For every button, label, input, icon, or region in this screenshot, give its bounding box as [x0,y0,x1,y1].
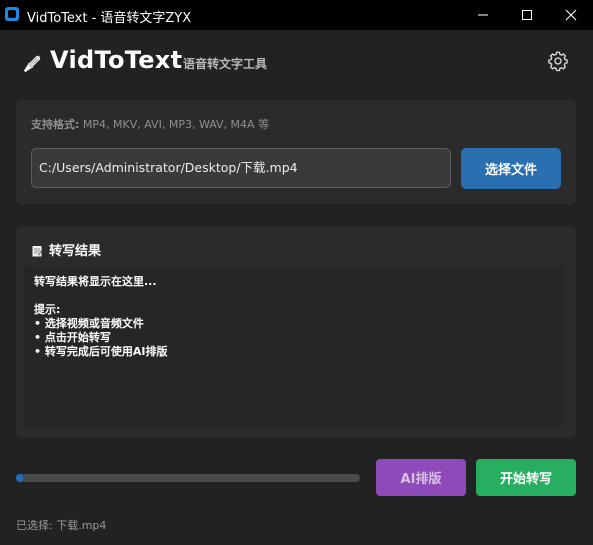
formats-label: 支持格式: [31,118,80,131]
start-transcribe-button[interactable]: 开始转写 [476,459,576,496]
close-button[interactable] [548,0,593,30]
result-line: • 选择视频或音频文件 [34,317,144,330]
maximize-icon [522,10,532,20]
app-header: VidToText 语音转文字工具 [0,30,593,100]
supported-formats: 支持格式: MP4, MKV, AVI, MP3, WAV, M4A 等 [31,116,269,132]
window-title: VidToText - 语音转文字ZYX [27,11,192,26]
progress-fill [16,474,23,482]
app-window: VidToText - 语音转文字ZYX VidToText 语音转文字工具 支… [0,0,593,545]
gear-icon[interactable] [547,50,569,72]
status-text: 已选择: 下载.mp4 [16,519,107,532]
result-line: 提示: [34,303,61,316]
title-bar[interactable]: VidToText - 语音转文字ZYX [0,0,593,30]
close-icon [565,9,577,21]
minimize-button[interactable] [460,0,506,30]
minimize-icon [478,14,488,16]
result-panel: 转写结果 转写结果将显示在这里... 提示: • 选择视频或音频文件 • 点击开… [16,226,576,438]
result-line [34,289,554,303]
result-textarea[interactable]: 转写结果将显示在这里... 提示: • 选择视频或音频文件 • 点击开始转写 •… [24,266,564,428]
result-line: • 转写完成后可使用AI排版 [34,345,168,358]
app-icon [5,7,19,21]
result-line: 转写结果将显示在这里... [34,275,157,288]
file-panel: 支持格式: MP4, MKV, AVI, MP3, WAV, M4A 等 C:/… [16,100,576,204]
ai-format-button[interactable]: AI排版 [376,459,466,496]
progress-bar [16,474,360,482]
app-title: VidToText [50,46,183,74]
maximize-button[interactable] [504,0,550,30]
file-path-input[interactable]: C:/Users/Administrator/Desktop/下载.mp4 [31,148,451,188]
choose-file-button[interactable]: 选择文件 [461,148,561,189]
app-subtitle: 语音转文字工具 [183,57,268,71]
memo-icon [32,245,43,256]
formats-value: MP4, MKV, AVI, MP3, WAV, M4A 等 [79,118,270,131]
result-title: 转写结果 [49,243,102,259]
brush-icon [23,55,41,73]
result-header: 转写结果 [32,240,102,259]
result-line: • 点击开始转写 [34,331,111,344]
